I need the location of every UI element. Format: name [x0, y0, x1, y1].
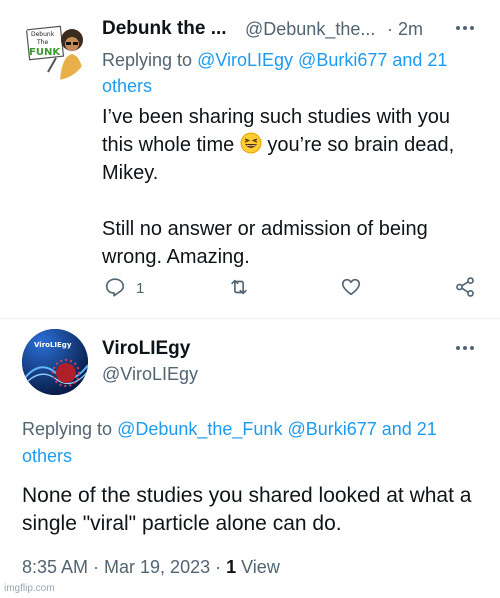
avatar[interactable]: ViroLIEgy: [22, 329, 88, 395]
timestamp[interactable]: · 2m: [387, 19, 423, 40]
grinning-squinting-face-icon: [240, 132, 262, 154]
tweet-text: I’ve been sharing such studies with you …: [102, 103, 482, 271]
share-icon[interactable]: [454, 276, 476, 300]
views-label: View: [236, 557, 280, 577]
tweet-meta: 8:35 AM · Mar 19, 2023 · 1 View: [22, 557, 280, 578]
virus-avatar-image: ViroLIEgy: [22, 329, 88, 395]
more-icon[interactable]: [452, 18, 478, 38]
timestamp[interactable]: 8:35 AM · Mar 19, 2023 ·: [22, 557, 226, 577]
tweet-text: None of the studies you shared looked at…: [22, 484, 472, 535]
author-handle[interactable]: @ViroLIEgy: [102, 364, 198, 385]
avatar-text-funk: FUNK: [29, 47, 61, 58]
avatar[interactable]: Debunk The FUNK: [22, 14, 88, 80]
debunk-avatar-image: Debunk The FUNK: [25, 25, 84, 80]
author-name[interactable]: Debunk the ...: [102, 18, 227, 40]
author-name[interactable]: ViroLIEgy: [102, 338, 190, 360]
replying-to: Replying to @Debunk_the_Funk @Burki677 a…: [22, 416, 482, 470]
replying-to-prefix: Replying to: [102, 50, 198, 70]
like-icon[interactable]: [340, 276, 362, 300]
author-handle[interactable]: @Debunk_the...: [245, 19, 375, 40]
replying-to-prefix: Replying to: [22, 419, 118, 439]
avatar-text-debunk: Debunk: [31, 31, 55, 38]
divider: [0, 318, 500, 319]
views-count: 1: [226, 557, 237, 577]
retweet-icon[interactable]: [228, 276, 250, 300]
avatar-text-virolie: ViroLIEgy: [34, 341, 72, 349]
reply-icon[interactable]: [104, 276, 126, 300]
more-icon[interactable]: [452, 338, 478, 358]
reply-count[interactable]: 1: [136, 280, 144, 297]
watermark: imgflip.com: [4, 583, 55, 594]
tweet-text-paragraph2: Still no answer or admission of being wr…: [102, 218, 428, 268]
replying-to: Replying to @ViroLIEgy @Burki677 and 21 …: [102, 47, 482, 99]
avatar-text-the: The: [36, 39, 48, 46]
